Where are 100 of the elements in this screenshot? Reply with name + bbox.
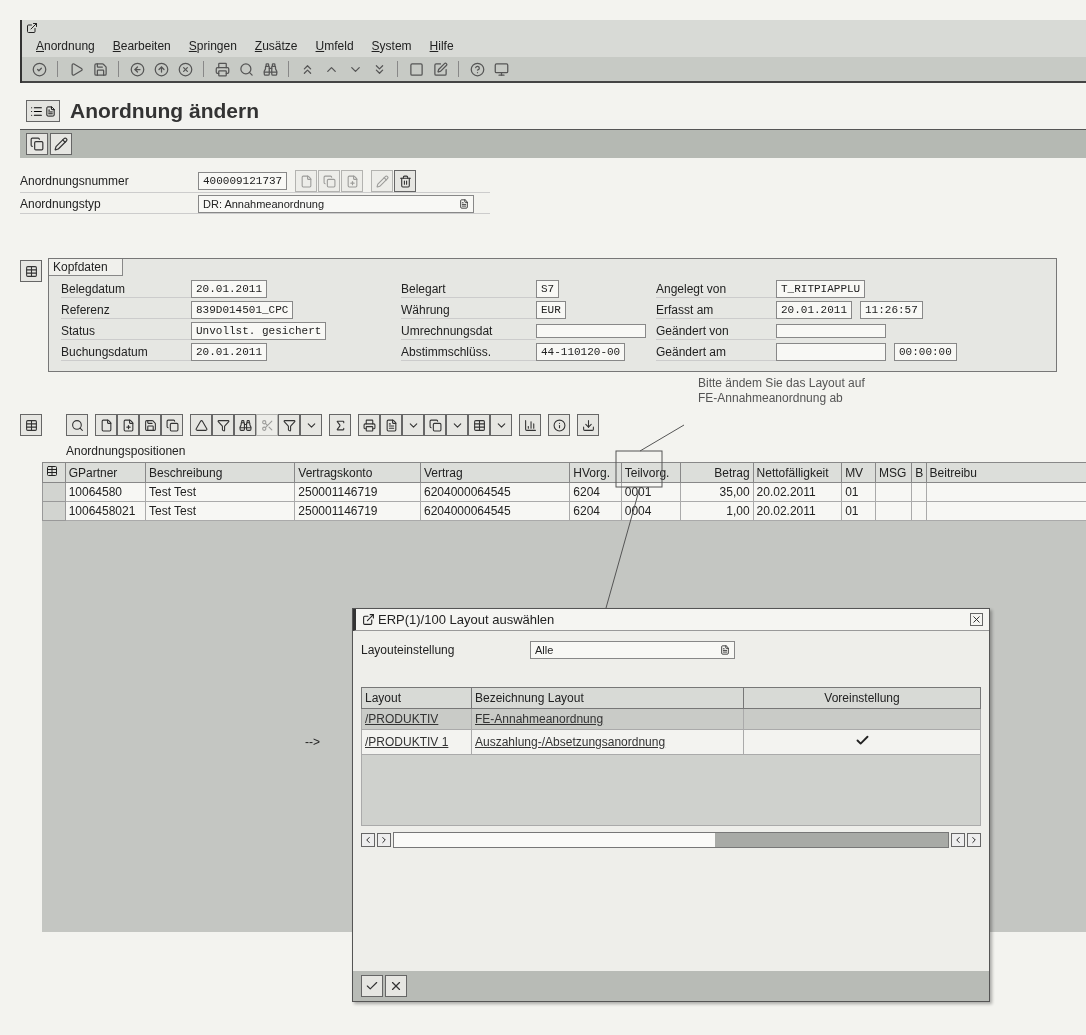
menu-item[interactable]: Hilfe [429, 39, 454, 53]
download-icon[interactable] [577, 414, 599, 436]
collapse-icon[interactable] [20, 260, 42, 282]
window-menu-icon[interactable] [26, 22, 38, 34]
confirm-button[interactable] [361, 975, 383, 997]
caret-icon[interactable] [446, 414, 468, 436]
field-label: Geändert von [656, 322, 776, 340]
group-title: Kopfdaten [49, 259, 123, 276]
column-header[interactable]: Beschreibung [145, 462, 295, 483]
scroll-right-button[interactable] [967, 833, 981, 847]
document-icon[interactable] [380, 414, 402, 436]
menu-item[interactable]: Springen [188, 39, 237, 53]
dialog-title: ERP(1)/100 Layout auswählen [378, 612, 556, 627]
dropdown-field[interactable]: Alle [530, 641, 735, 659]
menu-item[interactable]: Zusätze [254, 39, 298, 53]
window-icon[interactable] [407, 60, 425, 78]
trash-icon[interactable] [394, 170, 417, 192]
column-header[interactable]: MV [841, 462, 876, 483]
column-header[interactable]: Betrag [681, 462, 754, 483]
cancel-icon [389, 979, 403, 993]
up-icon[interactable] [152, 60, 170, 78]
save-icon[interactable] [91, 60, 109, 78]
cancel-button[interactable] [385, 975, 407, 997]
column-header[interactable]: Teilvorg. [621, 462, 681, 483]
file-plus-icon[interactable] [117, 414, 139, 436]
binoculars-icon[interactable] [234, 414, 256, 436]
input-field[interactable]: 11:26:57 [860, 301, 923, 319]
search-icon[interactable] [66, 414, 88, 436]
scroll-left-button[interactable] [361, 833, 375, 847]
collapse-icon[interactable] [20, 414, 42, 436]
input-field[interactable]: 00:00:00 [894, 343, 957, 361]
toolbar-button[interactable] [26, 100, 60, 122]
list-icon [30, 104, 43, 118]
field-label: Anordnungsnummer [20, 173, 130, 190]
print-icon[interactable] [358, 414, 380, 436]
input-field[interactable]: 44-110120-00 [536, 343, 626, 361]
info-icon[interactable] [548, 414, 570, 436]
close-icon[interactable] [970, 613, 983, 626]
document-icon [45, 105, 56, 117]
search-icon[interactable] [237, 60, 255, 78]
scrollbar[interactable] [393, 832, 949, 848]
field-label: Layouteinstellung [361, 642, 456, 659]
binoculars-icon[interactable] [261, 60, 279, 78]
table-title: Anordnungspositionen [66, 443, 186, 460]
sum-icon[interactable] [329, 414, 351, 436]
annotation-text: Bitte ändem Sie das Layout auf FE-Annahmeanordnung ab [698, 376, 866, 406]
input-field[interactable] [776, 324, 886, 338]
column-header[interactable]: Nettofälligkeit [753, 462, 842, 483]
column-header[interactable]: Bezeichnung Layout [471, 687, 744, 709]
caret-icon[interactable] [490, 414, 512, 436]
filter-icon[interactable] [278, 414, 300, 436]
pen-icon[interactable] [50, 133, 72, 155]
dropdown-field[interactable]: DR: Annahmeanordnung [198, 195, 474, 213]
scroll-left-button[interactable] [951, 833, 965, 847]
input-field[interactable]: Unvollst. gesichert [191, 322, 327, 340]
pointer-marker: --> [305, 735, 320, 749]
column-header[interactable]: HVorg. [569, 462, 622, 483]
column-header[interactable]: Layout [361, 687, 472, 709]
input-field[interactable]: 839D014501_CPC [191, 301, 294, 319]
field-label: Umrechnungsdat [401, 322, 536, 340]
column-header[interactable]: Beitreibu [926, 462, 1086, 483]
input-field[interactable]: EUR [536, 301, 566, 319]
caret-icon[interactable] [300, 414, 322, 436]
check-icon[interactable] [30, 60, 48, 78]
chart-icon[interactable] [519, 414, 541, 436]
help-icon[interactable] [468, 60, 486, 78]
dropdown-icon[interactable] [720, 645, 730, 655]
input-field[interactable] [776, 343, 886, 361]
field-label: Anordnungstyp [20, 196, 102, 213]
input-field[interactable]: 20.01.2011 [191, 343, 267, 361]
dropdown-icon[interactable] [459, 199, 469, 209]
leader-line [639, 424, 685, 452]
column-header[interactable]: Vertrag [420, 462, 570, 483]
column-header[interactable]: MSG [875, 462, 912, 483]
menu-item[interactable]: Umfeld [315, 39, 354, 53]
input-field[interactable] [536, 324, 646, 338]
file-icon[interactable] [95, 414, 117, 436]
menu-item[interactable]: System [371, 39, 412, 53]
save-icon[interactable] [139, 414, 161, 436]
select-all-icon[interactable] [46, 465, 58, 477]
column-header[interactable]: GPartner [65, 462, 146, 483]
cancel-icon[interactable] [176, 60, 194, 78]
print-icon[interactable] [213, 60, 231, 78]
copy-icon[interactable] [161, 414, 183, 436]
input-field[interactable]: 20.01.2011 [776, 301, 852, 319]
column-header[interactable]: Vertragskonto [294, 462, 421, 483]
window-menu-icon[interactable] [362, 613, 375, 626]
page-title: Anordnung ändern [70, 99, 259, 123]
layout-row[interactable]: /PRODUKTIV 1 Auszahlung-/Absetzungsanordnung [361, 729, 981, 755]
input-field[interactable]: 400009121737 [198, 172, 288, 190]
scroll-right-button[interactable] [377, 833, 391, 847]
input-field[interactable]: S7 [536, 280, 560, 298]
caret-icon[interactable] [402, 414, 424, 436]
input-field[interactable]: T_RITPIAPPLU [776, 280, 866, 298]
menu-item[interactable]: Bearbeiten [112, 39, 171, 53]
layout-row[interactable]: /PRODUKTIV FE-Annahmeanordnung [361, 708, 981, 730]
input-field[interactable]: 20.01.2011 [191, 280, 267, 298]
back-icon[interactable] [128, 60, 146, 78]
column-header[interactable]: Voreinstellung [743, 687, 981, 709]
menu-item[interactable]: Anordnung [36, 39, 95, 53]
